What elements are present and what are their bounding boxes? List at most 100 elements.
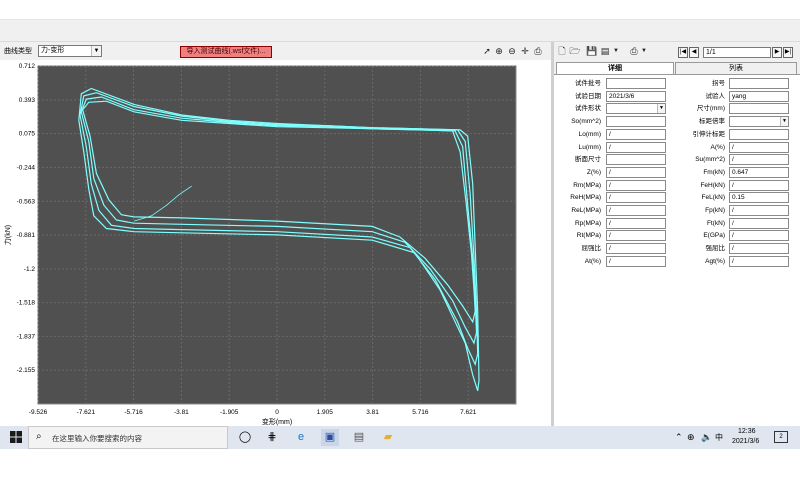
document-app-icon[interactable]: ▤ (350, 429, 368, 446)
test-app-icon[interactable]: ▣ (321, 429, 339, 446)
task-view-icon[interactable]: ◯ (236, 429, 254, 446)
field-input[interactable]: / (606, 179, 666, 191)
field-input[interactable] (606, 78, 666, 89)
import-curve-button[interactable]: 导入测试曲线(.wsf文件)... (180, 46, 272, 58)
export-icon[interactable]: ▤ (599, 45, 611, 57)
force-deformation-chart[interactable]: -9.526 -7.621 -5.716 -3.81 -1.905 0 1.905 3.81 5… (0, 60, 552, 426)
field-input[interactable]: / (606, 217, 666, 229)
field-input[interactable] (729, 103, 789, 115)
windows-start-icon[interactable] (10, 431, 22, 443)
field-input[interactable]: / (606, 141, 666, 153)
field-input[interactable]: / (606, 192, 666, 204)
field-value: / (609, 232, 611, 240)
field-input[interactable]: 0.15 (729, 192, 789, 204)
field-input[interactable]: / (729, 230, 789, 242)
field-value: / (609, 130, 611, 138)
field-input[interactable]: / (729, 217, 789, 229)
field-label: Rp(MPa) (574, 219, 601, 227)
taskbar-search-box[interactable]: ⌕ 在这里输入你要搜索的内容 (28, 426, 228, 449)
y-tick-label: 0.075 (19, 131, 36, 138)
x-tick-label: 0 (275, 409, 279, 416)
field-label: A(%) (710, 143, 725, 151)
field-input[interactable] (606, 116, 666, 128)
field-label: Ft(kN) (706, 219, 725, 227)
input-method-indicator[interactable]: 中 (715, 432, 723, 443)
pointer-icon[interactable]: ➚ (481, 45, 493, 57)
clock-date[interactable]: 2021/3/6 (732, 438, 759, 445)
field-input[interactable]: ▼ (729, 116, 789, 128)
field-value: / (609, 168, 611, 176)
print-icon[interactable]: ⎙ (628, 45, 640, 57)
first-record-button[interactable]: |◀ (678, 47, 688, 58)
x-tick-label: -5.716 (124, 409, 143, 416)
y-tick-label: -0.244 (17, 164, 36, 171)
field-value: / (609, 257, 611, 265)
field-input[interactable]: 0.647 (729, 166, 789, 178)
field-input[interactable]: / (729, 255, 789, 267)
field-label: ReH(MPa) (570, 194, 601, 202)
zoom-out-icon[interactable]: ⊖ (506, 45, 518, 57)
next-record-button[interactable]: ▶ (772, 47, 782, 58)
record-position-field[interactable]: 1/1 (703, 47, 771, 58)
file-explorer-icon[interactable]: ▰ (379, 429, 397, 446)
volume-icon[interactable]: 🔈 (701, 432, 712, 443)
y-tick-label: -0.563 (17, 198, 36, 205)
tray-chevron-up-icon[interactable]: ⌃ (675, 432, 683, 443)
new-file-icon[interactable]: 🗋 (556, 45, 568, 57)
field-label: 拐号 (712, 80, 725, 87)
field-label: FeL(kN) (701, 194, 725, 202)
y-tick-label: -1.2 (24, 266, 36, 273)
field-input[interactable] (606, 154, 666, 166)
widgets-icon[interactable]: ⋕ (263, 429, 281, 446)
field-value: / (609, 245, 611, 253)
y-tick-label: -1.837 (17, 333, 36, 340)
curve-type-label: 曲线类型 (4, 48, 32, 55)
notification-center-button[interactable]: 2 (774, 431, 788, 443)
notification-count: 2 (779, 434, 783, 440)
field-input[interactable]: yang (729, 90, 789, 102)
field-input[interactable]: / (729, 141, 789, 153)
field-value: / (732, 156, 734, 164)
x-axis-label: 变形(mm) (262, 417, 292, 426)
last-record-button[interactable]: ▶| (783, 47, 793, 58)
chart-area: -9.526 -7.621 -5.716 -3.81 -1.905 0 1.905 3.81 5… (0, 60, 552, 426)
edge-browser-icon[interactable]: e (292, 429, 310, 446)
field-input[interactable]: / (729, 243, 789, 255)
field-input[interactable]: 2021/3/6 (606, 90, 666, 102)
network-icon[interactable]: ⊕ (687, 432, 695, 443)
chevron-down-icon[interactable]: ▼ (612, 45, 620, 57)
field-input[interactable]: / (606, 255, 666, 267)
crosshair-icon[interactable]: ✛ (519, 45, 531, 57)
field-input[interactable]: / (729, 179, 789, 191)
top-strip (0, 20, 800, 42)
print-icon[interactable]: ⎙ (532, 45, 544, 57)
tab-list[interactable]: 列表 (675, 62, 797, 74)
chevron-down-icon[interactable]: ▼ (640, 45, 648, 57)
chevron-down-icon: ▼ (657, 104, 665, 114)
open-folder-icon[interactable]: 🗁 (569, 45, 581, 57)
field-input[interactable]: / (729, 154, 789, 166)
field-input[interactable]: ▼ (606, 103, 666, 115)
field-label: Lu(mm) (578, 143, 601, 151)
field-input[interactable]: / (606, 230, 666, 242)
field-value: 0.15 (732, 194, 745, 202)
field-label: 强屈比 (705, 245, 726, 253)
chart-toolbar: 曲线类型 力-变形 ▼ (0, 42, 552, 60)
field-input[interactable]: / (606, 243, 666, 255)
field-input[interactable]: / (606, 128, 666, 140)
prev-record-button[interactable]: ◀ (689, 47, 699, 58)
field-input[interactable]: / (729, 205, 789, 216)
field-input[interactable] (729, 128, 789, 140)
zoom-in-icon[interactable]: ⊕ (493, 45, 505, 57)
field-value: / (732, 232, 734, 240)
field-label: FeH(kN) (700, 181, 725, 189)
field-input[interactable] (729, 78, 789, 89)
field-input[interactable]: / (606, 166, 666, 178)
y-tick-label: 0.712 (19, 63, 36, 70)
save-icon[interactable]: 💾 (586, 45, 598, 57)
clock-time[interactable]: 12:36 (738, 428, 756, 435)
field-input[interactable]: / (606, 205, 666, 216)
field-label: Fm(kN) (703, 168, 725, 176)
field-label: 引伸计标距 (692, 130, 726, 138)
curve-type-select[interactable]: 力-变形 ▼ (38, 45, 102, 57)
